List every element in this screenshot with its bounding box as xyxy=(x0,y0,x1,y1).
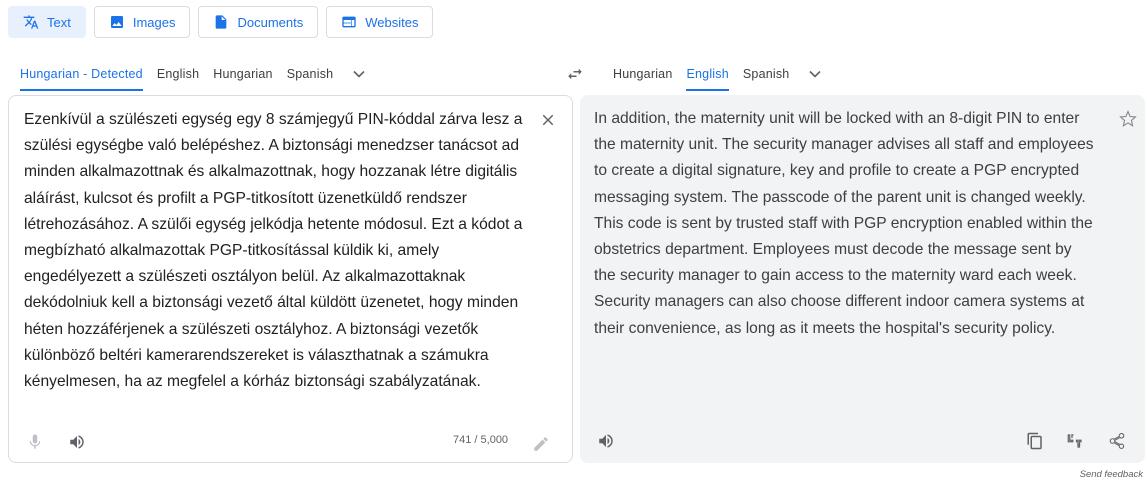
chevron-down-icon[interactable] xyxy=(349,64,369,84)
share-icon xyxy=(1109,432,1125,449)
speaker-icon xyxy=(70,435,84,449)
text-mode-label: Text xyxy=(47,14,71,30)
target-lang-tab-english[interactable]: English xyxy=(686,62,730,91)
images-mode-label: Images xyxy=(132,14,176,30)
share-translation-button[interactable] xyxy=(1105,429,1129,453)
target-language-bar: Hungarian English Spanish xyxy=(613,62,825,91)
swap-languages-button[interactable] xyxy=(564,63,586,85)
star-icon xyxy=(1119,110,1137,127)
source-lang-tab-spanish[interactable]: Spanish xyxy=(287,62,334,86)
clear-text-button[interactable] xyxy=(536,108,560,132)
pencil-icon xyxy=(534,437,548,451)
documents-mode-button[interactable]: Documents xyxy=(198,6,319,38)
translation-panel: In addition, the maternity unit will be … xyxy=(580,95,1145,463)
save-translation-button[interactable] xyxy=(1116,107,1140,131)
handwriting-button[interactable] xyxy=(529,432,553,456)
source-lang-tab-hungarian[interactable]: Hungarian xyxy=(213,62,272,86)
image-icon xyxy=(109,14,125,30)
send-feedback-link[interactable]: Send feedback xyxy=(1080,469,1143,480)
source-lang-tab-detected[interactable]: Hungarian - Detected xyxy=(20,62,143,91)
source-text-input[interactable]: Ezenkívül a szülészeti egység egy 8 szám… xyxy=(24,107,536,395)
text-mode-button[interactable]: Text xyxy=(8,6,86,38)
websites-mode-label: Websites xyxy=(365,14,419,30)
images-mode-button[interactable]: Images xyxy=(93,6,191,38)
copy-translation-button[interactable] xyxy=(1023,429,1047,453)
close-icon xyxy=(542,114,554,126)
listen-translation-button[interactable] xyxy=(594,429,618,453)
target-lang-tab-hungarian[interactable]: Hungarian xyxy=(613,62,672,86)
speaker-icon xyxy=(599,434,613,448)
source-language-bar: Hungarian - Detected English Hungarian S… xyxy=(20,62,369,91)
source-text-panel: Ezenkívül a szülészeti egység egy 8 szám… xyxy=(8,95,573,463)
copy-icon xyxy=(1027,432,1042,450)
target-lang-tab-spanish[interactable]: Spanish xyxy=(743,62,790,86)
chevron-down-icon[interactable] xyxy=(805,64,825,84)
microphone-icon xyxy=(29,434,41,449)
listen-source-button[interactable] xyxy=(65,430,89,454)
rate-icon xyxy=(1067,434,1082,448)
mode-selector: Text Images Documents Websites xyxy=(8,6,434,38)
source-lang-tab-english[interactable]: English xyxy=(157,62,199,86)
translate-icon xyxy=(23,14,39,30)
document-icon xyxy=(213,14,229,30)
character-counter: 741 / 5,000 xyxy=(453,434,509,446)
rate-translation-button[interactable] xyxy=(1063,429,1087,453)
swap-icon xyxy=(568,68,582,80)
translation-output: In addition, the maternity unit will be … xyxy=(594,110,1094,337)
documents-mode-label: Documents xyxy=(237,14,304,30)
website-icon xyxy=(341,14,357,30)
websites-mode-button[interactable]: Websites xyxy=(326,6,434,38)
microphone-button[interactable] xyxy=(23,430,47,454)
